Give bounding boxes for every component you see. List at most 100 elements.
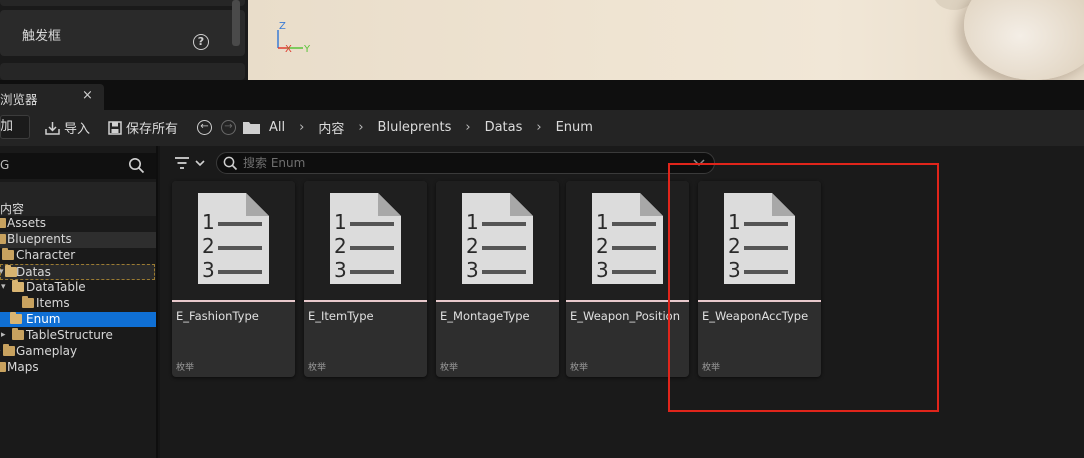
expand-arrow-icon[interactable]: ▸: [1, 330, 6, 340]
tab-strip: 浏览器 ×: [0, 80, 1084, 110]
asset-type: 枚举: [308, 363, 327, 373]
tree-item-maps[interactable]: Maps: [0, 360, 156, 376]
save-all-label: 保存所有: [126, 122, 179, 137]
content-browser-toolbar: 添加 导入 保存所有 ← → All › 内容 › Blul: [0, 110, 1084, 146]
details-row: [0, 0, 245, 6]
asset-tile[interactable]: 1 2 3 E_WeaponAccType 枚举: [698, 181, 821, 377]
tree-item-enum[interactable]: Enum: [0, 312, 156, 327]
tree-item-label: Datas: [16, 265, 51, 279]
filter-icon[interactable]: [174, 155, 208, 173]
breadcrumb-item[interactable]: Bluleprents: [378, 120, 452, 135]
back-arrow-icon[interactable]: ←: [197, 120, 212, 135]
tree-item-label: Blueprents: [7, 232, 72, 246]
tree-item-label: Gameplay: [16, 344, 78, 358]
tree-item-datas[interactable]: ▾ Datas: [0, 264, 155, 280]
asset-type: 枚举: [176, 363, 195, 373]
svg-text:3: 3: [202, 258, 215, 282]
axis-gizmo: Z X Y: [277, 21, 311, 55]
search-icon[interactable]: [128, 157, 145, 174]
level-viewport[interactable]: Z X Y: [248, 0, 1084, 80]
tree-item-datatable[interactable]: ▾ DataTable: [0, 280, 156, 296]
asset-tile[interactable]: 1 2 3 E_Weapon_Position 枚举: [566, 181, 689, 377]
add-button[interactable]: 添加: [0, 115, 30, 139]
folder-open-icon: [10, 312, 22, 324]
details-panel: 触发框 ?: [0, 0, 248, 80]
folder-icon: [22, 296, 34, 308]
tree-item-label: TableStructure: [26, 328, 113, 342]
tree-item-character[interactable]: Character: [0, 248, 156, 264]
save-all-button[interactable]: 保存所有: [108, 118, 178, 137]
svg-text:3: 3: [596, 258, 609, 282]
trigger-box-row[interactable]: 触发框 ?: [0, 10, 245, 56]
asset-tile[interactable]: 1 2 3 E_MontageType 枚举: [436, 181, 559, 377]
viewport-rock: [964, 0, 1084, 80]
svg-text:2: 2: [334, 234, 347, 258]
expand-arrow-icon[interactable]: ▾: [1, 282, 6, 292]
tree-item-tablestructure[interactable]: ▸ TableStructure: [0, 328, 156, 344]
breadcrumb-separator[interactable]: ›: [465, 120, 470, 135]
asset-type-color-bar: [566, 300, 689, 302]
tree-item-assets[interactable]: Assets: [0, 216, 156, 232]
svg-text:2: 2: [596, 234, 609, 258]
folder-icon: [0, 362, 6, 372]
enum-document-icon: 1 2 3: [198, 193, 269, 284]
asset-search-bar[interactable]: [216, 152, 715, 174]
tree-search-input[interactable]: G: [0, 153, 156, 179]
expand-arrow-icon[interactable]: ▾: [0, 267, 4, 277]
enum-document-icon: 1 2 3: [592, 193, 663, 284]
forward-arrow-icon[interactable]: →: [221, 120, 236, 135]
breadcrumb-item[interactable]: All: [269, 120, 285, 135]
chevron-down-icon[interactable]: [693, 159, 705, 167]
folder-open-icon: [12, 280, 24, 292]
tree-item-blueprents[interactable]: Blueprents: [0, 232, 156, 248]
content-browser-tab[interactable]: 浏览器 ×: [0, 84, 104, 110]
import-button[interactable]: 导入: [45, 118, 90, 137]
details-scrollbar[interactable]: [232, 0, 240, 46]
tree-item-label: Assets: [7, 216, 47, 230]
breadcrumb-separator[interactable]: ›: [358, 120, 363, 135]
asset-thumbnail: 1 2 3: [698, 181, 821, 300]
close-icon[interactable]: ×: [82, 88, 93, 103]
content-browser-tab-title: 浏览器: [0, 92, 38, 107]
tree-root-header[interactable]: 内容: [0, 182, 156, 216]
folder-icon[interactable]: [243, 121, 260, 134]
svg-text:3: 3: [466, 258, 479, 282]
tree-item-items[interactable]: Items: [0, 296, 156, 312]
import-icon: [45, 121, 60, 135]
tree-item-gameplay[interactable]: ▸ Gameplay: [0, 344, 156, 360]
tree-root-label: 内容: [0, 202, 25, 216]
asset-tile[interactable]: 1 2 3 E_FashionType 枚举: [172, 181, 295, 377]
enum-document-icon: 1 2 3: [462, 193, 533, 284]
content-browser: 浏览器 × 添加 导入 保存所有 ← → All: [0, 80, 1084, 458]
add-button-label: 添加: [0, 119, 14, 134]
svg-text:1: 1: [596, 210, 609, 234]
trigger-box-label: 触发框: [22, 29, 62, 44]
svg-text:2: 2: [466, 234, 479, 258]
asset-type-color-bar: [698, 300, 821, 302]
folder-tree-panel: G 内容 Assets Blueprents Character ▾ Datas: [0, 146, 158, 458]
expand-arrow-icon[interactable]: ▸: [0, 346, 1, 356]
asset-search-input[interactable]: [243, 155, 683, 171]
breadcrumb-item[interactable]: 内容: [318, 118, 344, 137]
folder-icon: [0, 218, 6, 228]
asset-type: 枚举: [570, 363, 589, 373]
breadcrumb-separator[interactable]: ›: [299, 120, 304, 135]
enum-document-icon: 1 2 3: [724, 193, 795, 284]
folder-icon: [12, 328, 24, 340]
asset-type: 枚举: [440, 363, 459, 373]
tree-item-label: Enum: [26, 312, 61, 326]
breadcrumb-item[interactable]: Enum: [556, 120, 593, 135]
breadcrumb: All › 内容 › Bluleprents › Datas › Enum: [269, 118, 593, 137]
import-label: 导入: [64, 122, 91, 137]
help-icon[interactable]: ?: [193, 34, 209, 50]
details-row: [0, 63, 245, 80]
svg-text:1: 1: [202, 210, 215, 234]
asset-type-color-bar: [304, 300, 427, 302]
svg-text:1: 1: [334, 210, 347, 234]
asset-name: E_FashionType: [176, 309, 259, 323]
asset-tile[interactable]: 1 2 3 E_ItemType 枚举: [304, 181, 427, 377]
breadcrumb-item[interactable]: Datas: [485, 120, 523, 135]
breadcrumb-separator[interactable]: ›: [536, 120, 541, 135]
asset-view: 1 2 3 E_FashionType 枚举 1 2 3: [160, 146, 1084, 458]
folder-icon: [0, 234, 6, 244]
